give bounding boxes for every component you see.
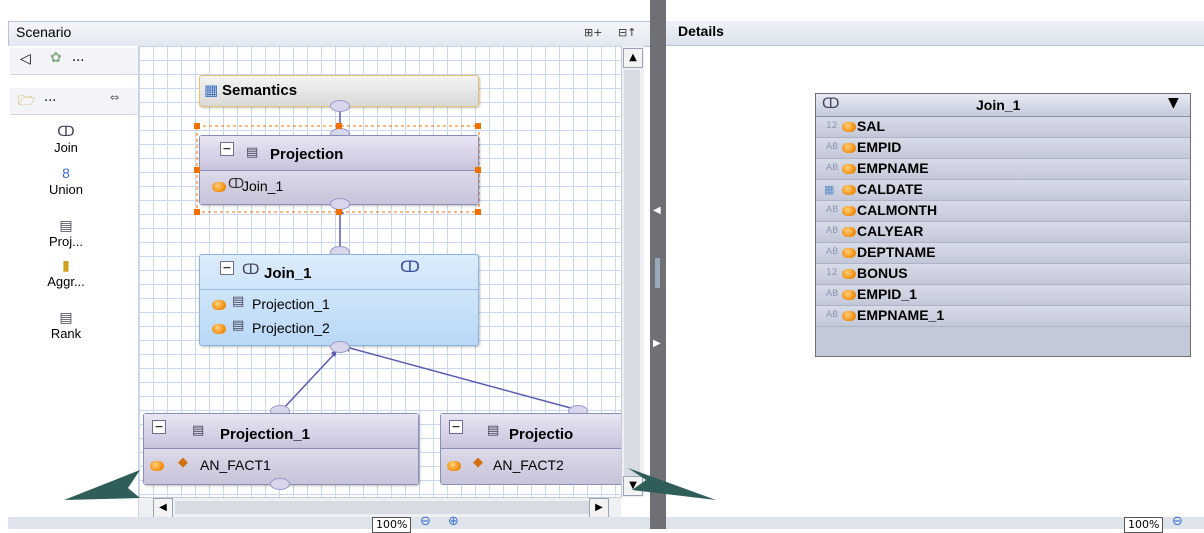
dropdown-icon[interactable]: ▼ — [1168, 95, 1179, 111]
attribute-row[interactable]: AB EMPNAME_1 — [816, 306, 1190, 327]
attribute-icon — [842, 164, 856, 174]
attribute-row[interactable]: AB CALMONTH — [816, 201, 1190, 222]
attribute-name: EMPID_1 — [857, 286, 917, 302]
canvas-status-bar: 100% ⊖ ⊕ — [8, 514, 650, 533]
type-label: 12 — [826, 268, 838, 278]
zoom-level-left[interactable]: 100% — [372, 517, 412, 533]
attribute-row[interactable]: AB EMPID_1 — [816, 285, 1190, 306]
attribute-icon — [842, 143, 856, 153]
attribute-name: BONUS — [857, 265, 908, 281]
attribute-name: EMPID — [857, 139, 902, 155]
attribute-icon — [842, 227, 856, 237]
type-label: AB — [826, 226, 839, 236]
attribute-name: SAL — [857, 118, 885, 134]
zoom-out-icon[interactable]: ⊖ — [420, 514, 431, 529]
attribute-name: DEPTNAME — [857, 244, 936, 260]
type-label: AB — [826, 289, 839, 299]
join-icon: ↀ — [822, 96, 840, 112]
type-label: 12 — [826, 121, 838, 131]
attribute-icon — [842, 311, 856, 321]
attribute-icon — [842, 290, 856, 300]
zoom-out-icon[interactable]: ⊖ — [1172, 514, 1183, 529]
attribute-row[interactable]: AB EMPID — [816, 138, 1190, 159]
attribute-row[interactable]: ▦ CALDATE — [816, 180, 1190, 201]
attribute-name: CALDATE — [857, 181, 923, 197]
attribute-row[interactable]: AB EMPNAME — [816, 159, 1190, 180]
attribute-icon — [842, 122, 856, 132]
type-label: AB — [826, 163, 839, 173]
type-label: AB — [826, 142, 839, 152]
annotation-arrow-left — [64, 470, 140, 500]
attribute-icon — [842, 248, 856, 258]
attribute-row[interactable]: 12 SAL — [816, 117, 1190, 138]
attribute-row[interactable]: AB DEPTNAME — [816, 243, 1190, 264]
calendar-icon: ▦ — [824, 183, 835, 196]
details-status-bar: 100% ⊖ — [666, 514, 1204, 533]
details-table-header: ↀ Join_1 ▼ — [816, 94, 1190, 117]
attribute-name: CALYEAR — [857, 223, 924, 239]
details-table-title: Join_1 — [976, 97, 1021, 113]
annotation-arrow-right — [628, 468, 716, 500]
zoom-level-right[interactable]: 100% — [1124, 517, 1164, 533]
type-label: AB — [826, 310, 839, 320]
attribute-icon — [842, 269, 856, 279]
attribute-name: EMPNAME — [857, 160, 929, 176]
type-label: AB — [826, 205, 839, 215]
attribute-row[interactable]: 12 BONUS — [816, 264, 1190, 285]
attribute-icon — [842, 206, 856, 216]
zoom-in-icon[interactable]: ⊕ — [448, 514, 459, 529]
details-attribute-table: ↀ Join_1 ▼ 12 SAL AB EMPID AB EMPNAME ▦ CALD… — [815, 93, 1191, 357]
attribute-icon — [842, 185, 856, 195]
attribute-row[interactable]: AB CALYEAR — [816, 222, 1190, 243]
attribute-name: EMPNAME_1 — [857, 307, 945, 323]
type-label: AB — [826, 247, 839, 257]
attribute-name: CALMONTH — [857, 202, 938, 218]
